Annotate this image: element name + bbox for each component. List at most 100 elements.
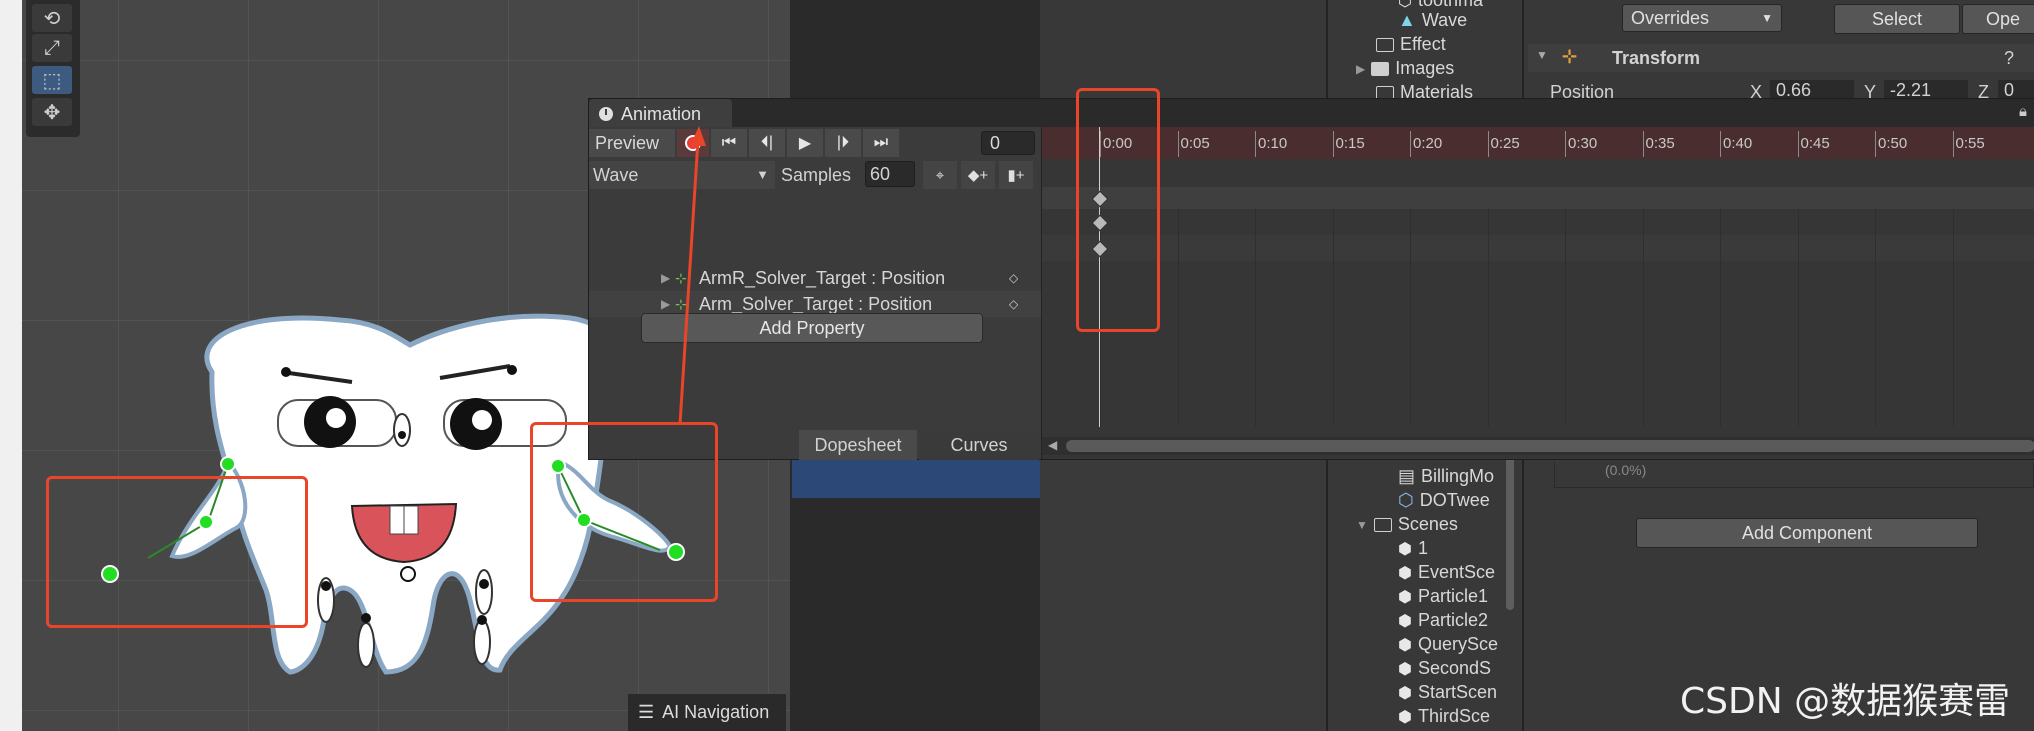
prefab-icon: ⬡ [1398,0,1412,10]
bone-joint[interactable] [479,579,489,589]
bone-joint[interactable] [507,365,517,375]
scene-icon: ⬢ [1398,636,1412,654]
right-leg-bone [475,569,493,615]
ruler-tick-label: 0:25 [1490,135,1520,152]
skip-to-start-icon: ⏮ [721,134,737,151]
animation-clip-icon: ▲ [1398,10,1416,30]
arrow-head [690,126,706,146]
scroll-thumb[interactable] [1066,440,2034,452]
list-item[interactable]: ⬢ SecondS [1398,658,1491,679]
hidden-value-text: (0.0%) [1554,462,2034,488]
rotate-tool-icon[interactable]: ⟲ [32,4,72,32]
animation-window: Animation 🔒︎ Preview ⏮ ⏴| ▶ |⏵ ⏭ 0 Wave … [588,98,2034,460]
keyframe-diamond-icon[interactable]: ◇ [1009,297,1018,311]
bone-joint[interactable] [477,615,487,625]
grid-line [1642,209,1644,427]
overrides-dropdown[interactable]: Overrides ▼ [1622,4,1782,32]
scroll-left-icon[interactable]: ◀ [1048,438,1057,452]
next-keyframe-button[interactable]: |⏵ [825,129,861,157]
ruler-tick-label: 0:55 [1955,135,1985,152]
samples-field[interactable]: 60 [865,161,915,187]
chevron-down-icon: ▼ [1761,11,1773,25]
script-icon: ▤ [1398,466,1416,486]
list-item[interactable]: ⬢ ThirdSce [1398,706,1490,727]
list-item[interactable]: ⬢ Particle2 [1398,610,1488,631]
rect-tool-icon[interactable]: ⬚ [32,66,72,94]
timeline-backdrop [1040,0,1326,100]
play-icon: ▶ [798,135,812,152]
open-button[interactable]: Ope [1962,4,2034,34]
lock-icon[interactable]: 🔒︎ [2019,103,2027,120]
add-event-icon: ▮+ [1007,167,1025,184]
dopesheet-timeline[interactable]: 0:00 0:05 0:10 0:15 0:20 0:25 0:30 0:35 0:40 0:45… [1042,127,2034,459]
list-item[interactable]: ⬢ 1 [1398,538,1428,559]
frame-field[interactable]: 0 [981,131,1035,155]
track-row [1042,235,2034,261]
open-folder-icon [1373,517,1392,532]
help-icon[interactable]: ? [2004,48,2014,69]
ruler-tick-label: 0:10 [1258,135,1288,152]
scene-icon: ⬢ [1398,708,1412,726]
add-keyframe-icon: ◆+ [967,167,989,184]
tab-dopesheet[interactable]: Dopesheet [799,430,917,460]
grid-line [1797,209,1799,427]
tab-curves[interactable]: Curves [919,430,1039,460]
keyframe-mode-button[interactable]: ⌖ [923,161,957,189]
ruler-tick [1642,131,1644,157]
add-component-button[interactable]: Add Component [1636,518,1978,548]
keyframe-diamond-icon[interactable]: ◇ [1009,271,1018,285]
preview-button[interactable]: Preview [589,129,675,157]
list-item[interactable]: ▼ Scenes [1356,514,1458,535]
arm-joint[interactable] [220,456,236,472]
list-item[interactable]: ⬢ EventSce [1398,562,1495,583]
foldout-arrow-icon[interactable]: ▼ [1536,48,1548,62]
transform-component-header[interactable]: ▼ ⊹ Transform ? [1528,44,2034,72]
tab-animation[interactable]: Animation [589,99,732,129]
list-item[interactable]: ⬢ StartScen [1398,682,1497,703]
grid-line [1332,209,1334,427]
folder-icon [1376,37,1394,52]
skip-to-end-icon: ⏭ [873,134,889,151]
ruler-tick-label: 0:35 [1645,135,1675,152]
list-item[interactable]: ▤ BillingMo [1398,466,1494,487]
ruler-tick-label: 0:45 [1800,135,1830,152]
list-item[interactable]: ⬢ QuerySce [1398,634,1498,655]
bone-joint[interactable] [400,566,416,582]
ruler-tick [1720,131,1721,157]
ruler-tick [1332,131,1334,157]
scale-tool-icon[interactable]: ⤢ [32,34,72,62]
ruler-tick [1177,131,1179,157]
annotation-box-left-arm [46,476,308,628]
add-keyframe-button[interactable]: ◆+ [961,161,995,189]
bone-joint[interactable] [321,581,331,591]
list-item[interactable]: ▲ Wave [1398,10,1467,31]
hierarchy-scrollbar[interactable] [1506,440,1514,610]
list-item[interactable]: Effect [1376,34,1446,55]
bone-joint[interactable] [361,613,371,623]
add-event-button[interactable]: ▮+ [999,161,1033,189]
left-eye-highlight [326,408,346,428]
scene-toolbox: ⟲ ⤢ ⬚ ✥ [26,0,80,137]
tooth-left [389,505,405,535]
timeline-horizontal-scrollbar[interactable]: ◀ [1042,437,2034,455]
play-button[interactable]: ▶ [787,129,823,157]
property-row[interactable]: ▶ ⊹ ArmR_Solver_Target : Position ◇ [589,265,1041,291]
list-item[interactable]: ⬢ Particle1 [1398,586,1488,607]
bone-joint[interactable] [281,367,291,377]
first-keyframe-button[interactable]: ⏮ [711,129,747,157]
left-margin [0,0,22,731]
transform-title: Transform [1612,48,1701,68]
ruler-tick [1255,131,1256,157]
expand-arrow-icon[interactable]: ▶ [1356,62,1365,76]
last-keyframe-button[interactable]: ⏭ [863,129,899,157]
previous-keyframe-button[interactable]: ⏴| [749,129,785,157]
list-item[interactable]: ▶ Images [1356,58,1454,79]
transform-tool-icon[interactable]: ✥ [32,98,72,126]
collapse-arrow-icon[interactable]: ▼ [1356,518,1368,532]
ai-navigation-overlay[interactable]: ☰ AI Navigation [628,694,786,731]
select-button[interactable]: Select [1834,4,1960,34]
bone-joint[interactable] [398,431,406,439]
list-item[interactable]: ⬡ DOTwee [1398,490,1490,511]
left-leg-bone-2 [357,622,375,668]
time-ruler[interactable]: 0:00 0:05 0:10 0:15 0:20 0:25 0:30 0:35 0:40 0:45… [1042,127,2034,159]
